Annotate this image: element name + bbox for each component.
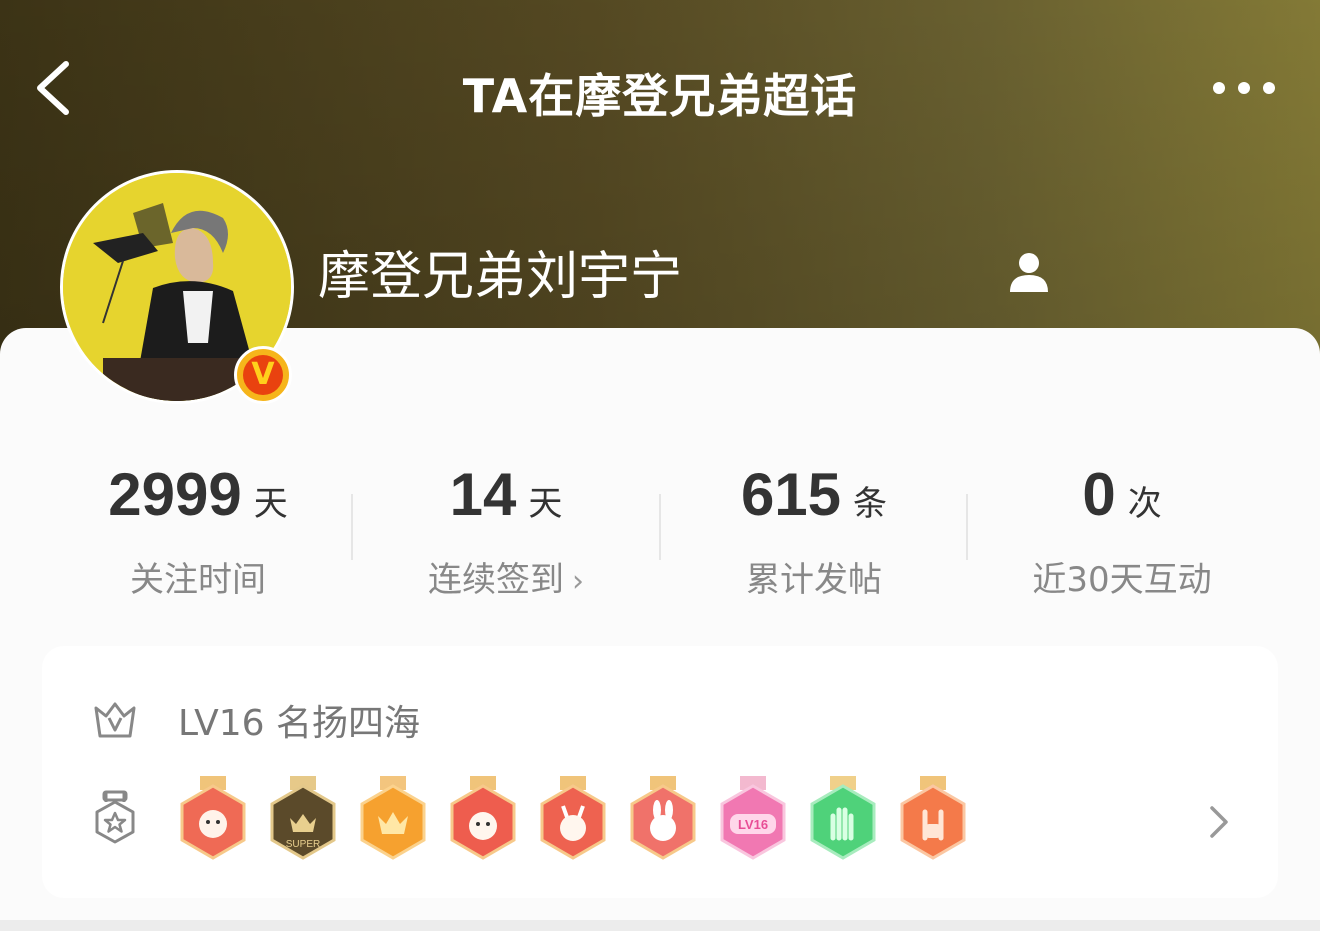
stat-unit: 次 [1127, 484, 1162, 524]
badge-hand[interactable] [808, 776, 878, 862]
person-icon[interactable] [1006, 248, 1052, 294]
crown-icon [92, 700, 138, 740]
divider [966, 494, 968, 560]
stat-value: 2999 [108, 461, 242, 528]
stat-label: 累计发帖 [746, 560, 882, 600]
badge-list[interactable]: SUPER LV16 [172, 776, 992, 866]
medal-icon [92, 790, 138, 846]
badge-bunny[interactable] [628, 776, 698, 862]
stat-follow-time: 2999 天 关注时间 [44, 430, 352, 620]
stat-unit: 天 [253, 484, 288, 524]
page-title: TA在摩登兄弟超话 [462, 69, 858, 123]
badge-crown[interactable] [358, 776, 428, 862]
svg-text:LV16: LV16 [738, 817, 768, 832]
badge-rabbit-red-3[interactable] [538, 776, 608, 862]
svg-text:SUPER: SUPER [286, 839, 320, 850]
more-button[interactable] [1205, 76, 1285, 102]
more-dot [1213, 82, 1225, 94]
badge-super[interactable]: SUPER [268, 776, 338, 862]
username: 摩登兄弟刘宇宁 [318, 247, 683, 307]
divider [659, 494, 661, 560]
stat-value: 14 [449, 461, 517, 528]
stats-row: 2999 天 关注时间 14 天 连续签到 › 615 条 累计发帖 0次 近30天互动 [44, 430, 1276, 620]
more-dot [1263, 82, 1275, 94]
stat-posts: 615 条 累计发帖 [660, 430, 968, 620]
badge-rabbit-red-2[interactable] [448, 776, 518, 862]
stat-label: 连续签到 › [352, 552, 660, 601]
chevron-right-icon: › [572, 564, 584, 599]
chevron-right-icon[interactable] [1206, 802, 1232, 842]
level-card[interactable]: LV16 名扬四海 SUPER LV16 [42, 646, 1278, 898]
stat-interactions: 0次 近30天互动 [968, 430, 1276, 620]
verified-badge: V [234, 346, 292, 404]
bottom-divider [0, 920, 1320, 931]
stat-label: 关注时间 [130, 560, 266, 600]
stat-value: 0 [1082, 461, 1116, 528]
more-dot [1238, 82, 1250, 94]
stat-unit: 条 [853, 484, 888, 524]
stat-label-text: 连续签到 [428, 560, 564, 600]
badge-rock-hand[interactable] [898, 776, 968, 862]
verified-v: V [243, 355, 283, 395]
badge-lv16[interactable]: LV16 [718, 776, 788, 862]
divider [351, 494, 353, 560]
level-text: LV16 名扬四海 [178, 703, 420, 744]
stat-value: 615 [740, 461, 842, 528]
stat-unit: 天 [528, 484, 563, 524]
badge-rabbit-red[interactable] [178, 776, 248, 862]
stat-label: 近30天互动 [1032, 560, 1212, 600]
stat-checkin[interactable]: 14 天 连续签到 › [352, 430, 660, 620]
